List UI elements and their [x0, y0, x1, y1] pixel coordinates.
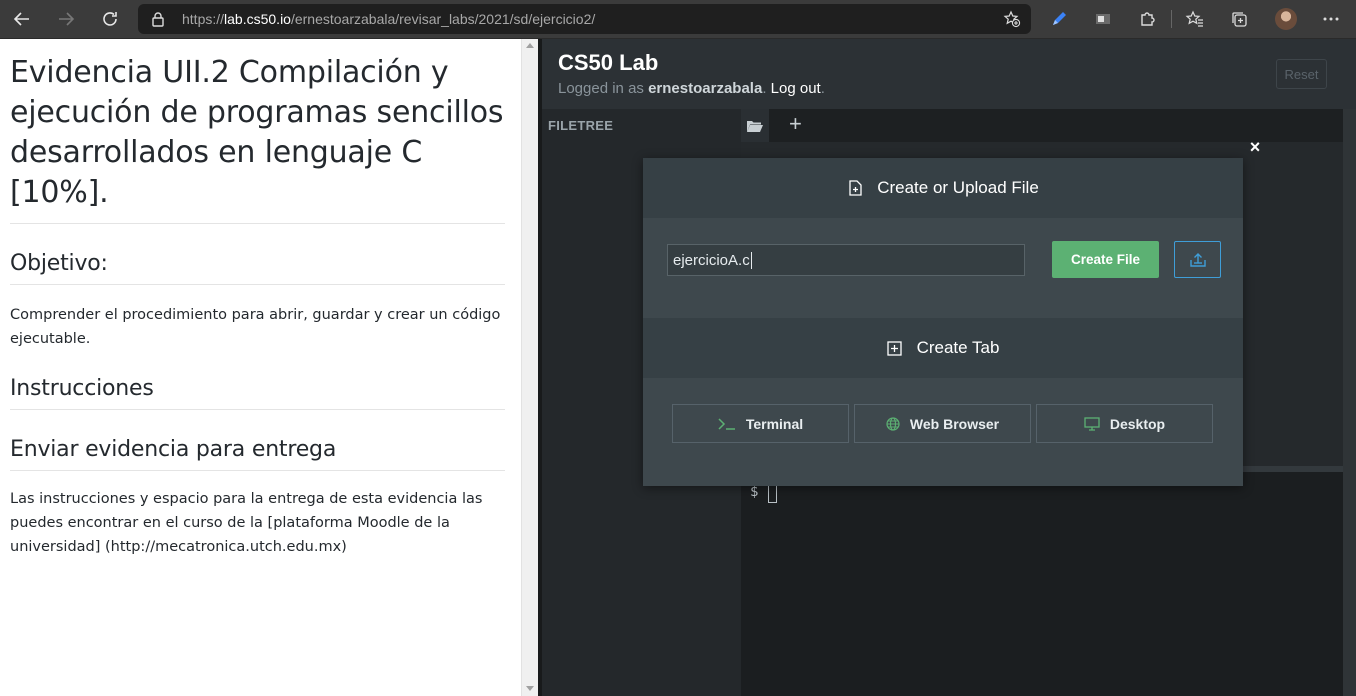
- lock-icon: [152, 11, 166, 27]
- office-extension-icon[interactable]: [1092, 8, 1114, 30]
- tab-type-row: Terminal Web Browser Desktop: [643, 378, 1243, 486]
- url-text: https://lab.cs50.io/ernestoarzabala/revi…: [182, 11, 596, 27]
- terminal-panel[interactable]: $: [741, 472, 1343, 696]
- web-browser-tab-button[interactable]: Web Browser: [854, 404, 1031, 443]
- forward-button[interactable]: [44, 0, 88, 39]
- submit-heading: Enviar evidencia para entrega: [10, 436, 505, 471]
- ide-right-scrollbar[interactable]: [1343, 109, 1356, 696]
- address-bar[interactable]: https://lab.cs50.io/ernestoarzabala/revi…: [138, 4, 1031, 34]
- add-tab-button[interactable]: +: [789, 112, 802, 136]
- terminal-tab-button[interactable]: Terminal: [672, 404, 849, 443]
- document-title: Evidencia UII.2 Compilación y ejecución …: [10, 53, 505, 224]
- submit-text: Las instrucciones y espacio para la entr…: [10, 491, 483, 555]
- login-status: Logged in as ernestoarzabala. Log out.: [558, 80, 825, 97]
- ide-header: CS50 Lab Logged in as ernestoarzabala. L…: [542, 39, 1356, 109]
- upload-icon: [1189, 252, 1206, 267]
- terminal-prompt: $: [750, 484, 759, 500]
- toolbar-separator: [1171, 10, 1172, 28]
- refresh-icon: [103, 12, 117, 26]
- username: ernestoarzabala: [648, 80, 763, 97]
- back-button[interactable]: [0, 0, 44, 39]
- create-file-modal: Create or Upload File ejercicioA.c Creat…: [643, 158, 1243, 486]
- terminal-cursor: [768, 485, 777, 503]
- refresh-button[interactable]: [88, 0, 132, 39]
- monitor-icon: [1084, 416, 1100, 431]
- pen-extension-icon[interactable]: [1048, 8, 1070, 30]
- forward-arrow-icon: [59, 12, 75, 26]
- new-file-icon: [847, 180, 863, 196]
- close-modal-button[interactable]: ×: [1246, 137, 1264, 157]
- globe-icon: [886, 416, 900, 431]
- filename-value: ejercicioA.c: [673, 251, 750, 269]
- web-browser-tab-label: Web Browser: [909, 415, 1000, 432]
- upload-file-button[interactable]: [1174, 241, 1221, 278]
- upload-section-title: Create or Upload File: [877, 178, 1039, 197]
- document-scrollbar[interactable]: [521, 39, 538, 696]
- folder-open-icon[interactable]: [741, 109, 769, 142]
- logged-in-label: Logged in as: [558, 80, 649, 97]
- scroll-down-icon[interactable]: [526, 686, 534, 691]
- desktop-tab-label: Desktop: [1109, 415, 1166, 432]
- objective-text: Comprender el procedimiento para abrir, …: [10, 307, 501, 347]
- reset-button[interactable]: Reset: [1276, 59, 1327, 89]
- add-favorite-icon[interactable]: [1003, 10, 1021, 28]
- file-create-row: ejercicioA.c Create File: [643, 218, 1243, 318]
- logout-link[interactable]: Log out: [771, 80, 821, 97]
- terminal-icon: [718, 417, 736, 430]
- text-caret: [750, 251, 752, 269]
- ide-title: CS50 Lab: [558, 50, 659, 75]
- filetree-label: FILETREE: [548, 118, 614, 133]
- instructions-heading: Instrucciones: [10, 375, 505, 410]
- plus-square-icon: [887, 340, 903, 356]
- extensions-puzzle-icon[interactable]: [1136, 8, 1158, 30]
- desktop-tab-button[interactable]: Desktop: [1036, 404, 1213, 443]
- instructions-document: Evidencia UII.2 Compilación y ejecución …: [0, 39, 521, 696]
- back-arrow-icon: [13, 12, 29, 26]
- scroll-up-icon[interactable]: [526, 43, 534, 48]
- filename-input[interactable]: ejercicioA.c: [667, 244, 1025, 276]
- create-tab-section-header: Create Tab: [643, 318, 1243, 378]
- upload-section-header: Create or Upload File: [643, 158, 1243, 218]
- profile-avatar[interactable]: [1275, 8, 1297, 30]
- collections-icon[interactable]: [1228, 8, 1250, 30]
- terminal-tab-label: Terminal: [745, 415, 804, 432]
- more-menu-icon[interactable]: [1320, 8, 1342, 30]
- favorites-icon[interactable]: [1184, 8, 1206, 30]
- objective-heading: Objetivo:: [10, 250, 505, 285]
- create-file-button[interactable]: Create File: [1052, 241, 1159, 278]
- create-tab-title: Create Tab: [916, 338, 1000, 357]
